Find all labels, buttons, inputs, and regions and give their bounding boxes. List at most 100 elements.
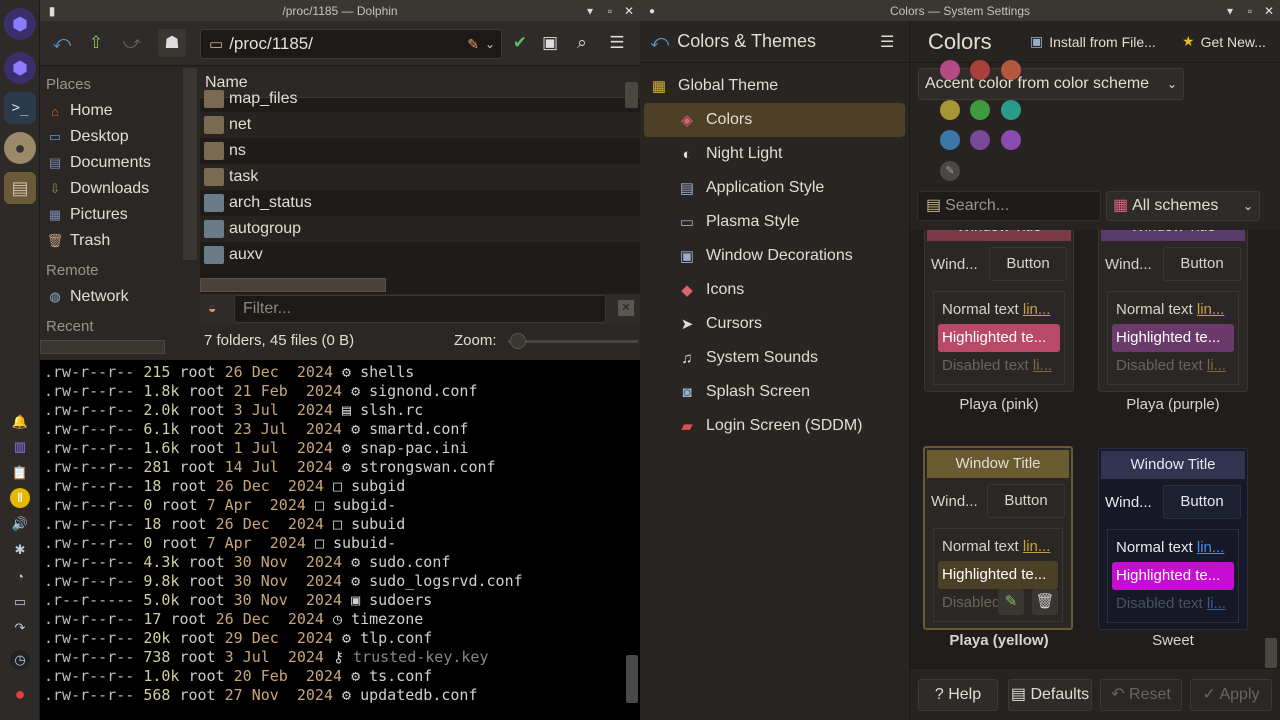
zoom-slider-handle[interactable] bbox=[510, 333, 526, 349]
checkmark-icon[interactable]: ✔ bbox=[506, 29, 534, 57]
grid-scrollbar[interactable] bbox=[1265, 638, 1277, 668]
maximize-icon[interactable]: ▫ bbox=[1242, 3, 1258, 19]
defaults-button[interactable]: ▤ Defaults bbox=[1008, 679, 1092, 711]
scheme-card-pink[interactable]: Window Title Wind... Button Normal text l… bbox=[924, 230, 1074, 392]
file-row[interactable]: map_files bbox=[200, 86, 640, 112]
sidebar-item-icons[interactable]: ◆ Icons bbox=[640, 273, 909, 307]
terminal-user: root bbox=[188, 591, 225, 609]
chevron-down-icon[interactable]: ⌄ bbox=[485, 37, 495, 51]
file-row[interactable]: auxv bbox=[200, 242, 640, 268]
accent-swatch[interactable] bbox=[970, 130, 990, 150]
terminal-scrollbar[interactable] bbox=[626, 655, 638, 703]
sidebar-item-application-style[interactable]: ▤ Application Style bbox=[640, 171, 909, 205]
scheme-card-sweet[interactable]: Window Title Wind... Button Normal text l… bbox=[1098, 448, 1248, 630]
filter-input[interactable]: Filter... bbox=[234, 295, 606, 323]
scheme-filter-select[interactable]: ▦ All schemes ⌄ bbox=[1106, 191, 1260, 221]
sidebar-item-cursors[interactable]: ➤ Cursors bbox=[640, 307, 909, 341]
maximize-icon[interactable]: ▫ bbox=[602, 3, 618, 19]
settings-app-icon[interactable]: ● bbox=[4, 132, 36, 164]
accent-swatch[interactable] bbox=[940, 60, 960, 80]
accent-swatch[interactable] bbox=[940, 130, 960, 150]
install-from-file-button[interactable]: ▣ Install from File... bbox=[1030, 33, 1156, 50]
search-icon[interactable]: ⌕ bbox=[568, 29, 596, 57]
custom-accent-swatch[interactable]: ✎ bbox=[940, 161, 960, 181]
places-horizontal-scrollbar[interactable] bbox=[40, 340, 165, 354]
sidebar-item-night-light[interactable]: ◐ Night Light bbox=[640, 137, 909, 171]
window-menu-icon[interactable]: ● bbox=[644, 3, 660, 19]
file-row[interactable]: net bbox=[200, 112, 640, 138]
calendar-icon[interactable]: ▣ bbox=[536, 29, 564, 57]
pause-icon[interactable]: Ⅱ bbox=[10, 488, 30, 508]
sidebar-item-system-sounds[interactable]: ♫ System Sounds bbox=[640, 341, 909, 375]
strawberry-icon[interactable]: ● bbox=[10, 684, 30, 704]
edit-scheme-icon[interactable]: ✎ bbox=[998, 589, 1024, 615]
place-network[interactable]: ◍ Network bbox=[40, 284, 200, 310]
sidebar-item-colors[interactable]: ◈ Colors bbox=[644, 103, 905, 137]
close-icon[interactable]: ✕ bbox=[621, 3, 637, 19]
terminal[interactable]: .rw-r--r-- 215 root 26 Dec 2024 ⚙ shells… bbox=[40, 360, 640, 720]
bell-icon[interactable]: 🔔 bbox=[10, 412, 30, 432]
accent-swatch[interactable] bbox=[970, 100, 990, 120]
volume-icon[interactable]: 🔊 bbox=[10, 514, 30, 534]
install-label: Install from File... bbox=[1049, 33, 1156, 50]
close-icon[interactable]: ✕ bbox=[1261, 3, 1277, 19]
delete-scheme-icon[interactable]: 🗑 bbox=[1032, 589, 1058, 615]
window-menu-icon[interactable]: ▮ bbox=[44, 3, 60, 19]
sidebar-item-login-screen[interactable]: ▰ Login Screen (SDDM) bbox=[640, 409, 909, 443]
minimize-icon[interactable]: ▾ bbox=[1222, 3, 1238, 19]
accent-swatch[interactable] bbox=[1001, 100, 1021, 120]
accent-swatch[interactable] bbox=[1001, 130, 1021, 150]
file-row[interactable]: arch_status bbox=[200, 190, 640, 216]
place-desktop[interactable]: ▭ Desktop bbox=[40, 124, 200, 150]
scheme-card-purple[interactable]: Window Title Wind... Button Normal text l… bbox=[1098, 230, 1248, 392]
terminal-icon[interactable]: >_ bbox=[4, 92, 36, 124]
zoom-slider-track[interactable] bbox=[508, 340, 638, 343]
file-horizontal-scrollbar[interactable] bbox=[200, 278, 386, 292]
accent-swatch[interactable] bbox=[970, 60, 990, 80]
location-bar[interactable]: ▭ /proc/1185/ ✎ ⌄ bbox=[200, 29, 502, 59]
accent-swatch[interactable] bbox=[1001, 60, 1021, 80]
hamburger-menu-icon[interactable]: ☰ bbox=[603, 29, 631, 57]
help-button[interactable]: ? Help bbox=[918, 679, 998, 711]
up-icon[interactable]: ⇧ bbox=[82, 29, 110, 57]
forward-icon[interactable]: ⤻ bbox=[118, 29, 146, 57]
file-manager-icon[interactable]: ▤ bbox=[4, 172, 36, 204]
get-new-button[interactable]: ★ Get New... bbox=[1182, 33, 1266, 50]
ghost-icon[interactable]: ☗ bbox=[158, 29, 186, 57]
minimize-icon[interactable]: ▾ bbox=[582, 3, 598, 19]
sidebar-item-plasma-style[interactable]: ▭ Plasma Style bbox=[640, 205, 909, 239]
place-documents[interactable]: ▤ Documents bbox=[40, 150, 200, 176]
back-icon[interactable]: ⤺ bbox=[650, 31, 669, 52]
place-trash[interactable]: 🗑 Trash bbox=[40, 228, 200, 254]
apply-button[interactable]: ✓ Apply bbox=[1190, 679, 1272, 711]
file-row[interactable]: autogroup bbox=[200, 216, 640, 242]
place-home[interactable]: ⌂ Home bbox=[40, 98, 200, 124]
scheme-card-yellow[interactable]: Window Title Wind... Button Normal text l… bbox=[923, 446, 1073, 630]
back-icon[interactable]: ⤺ bbox=[48, 29, 76, 57]
sidebar-item-splash-screen[interactable]: ◙ Splash Screen bbox=[640, 375, 909, 409]
workspace-switcher-icon[interactable]: ▥ bbox=[10, 437, 30, 457]
clipboard-icon[interactable]: 📋 bbox=[10, 463, 30, 483]
network-icon[interactable]: ◔ bbox=[10, 566, 30, 586]
file-row[interactable]: task bbox=[200, 164, 640, 190]
accent-swatch[interactable] bbox=[940, 100, 960, 120]
sidebar-item-window-decorations[interactable]: ▣ Window Decorations bbox=[640, 239, 909, 273]
update-icon[interactable]: ↷ bbox=[10, 618, 30, 638]
file-vertical-scrollbar[interactable] bbox=[625, 82, 638, 108]
clock-icon[interactable]: ◷ bbox=[10, 650, 30, 670]
hamburger-menu-icon[interactable]: ☰ bbox=[880, 32, 894, 52]
place-pictures[interactable]: ▦ Pictures bbox=[40, 202, 200, 228]
place-downloads[interactable]: ⇩ Downloads bbox=[40, 176, 200, 202]
battery-icon[interactable]: ▭ bbox=[10, 592, 30, 612]
app-launcher-icon[interactable]: ⬢ bbox=[4, 8, 36, 40]
file-row[interactable]: ns bbox=[200, 138, 640, 164]
places-vertical-scrollbar[interactable] bbox=[183, 68, 197, 260]
clear-filter-icon[interactable]: ✕ bbox=[618, 300, 634, 316]
terminal-perm: .r--r----- bbox=[44, 591, 135, 609]
edit-icon[interactable]: ✎ bbox=[467, 36, 479, 53]
plasma-icon[interactable]: ⬢ bbox=[4, 52, 36, 84]
reset-button[interactable]: ↶ Reset bbox=[1100, 679, 1182, 711]
bluetooth-icon[interactable]: ✱ bbox=[10, 540, 30, 560]
scheme-search-input[interactable]: ▤ Search... bbox=[917, 191, 1101, 221]
sidebar-item-global-theme[interactable]: ▦ Global Theme bbox=[640, 69, 909, 103]
